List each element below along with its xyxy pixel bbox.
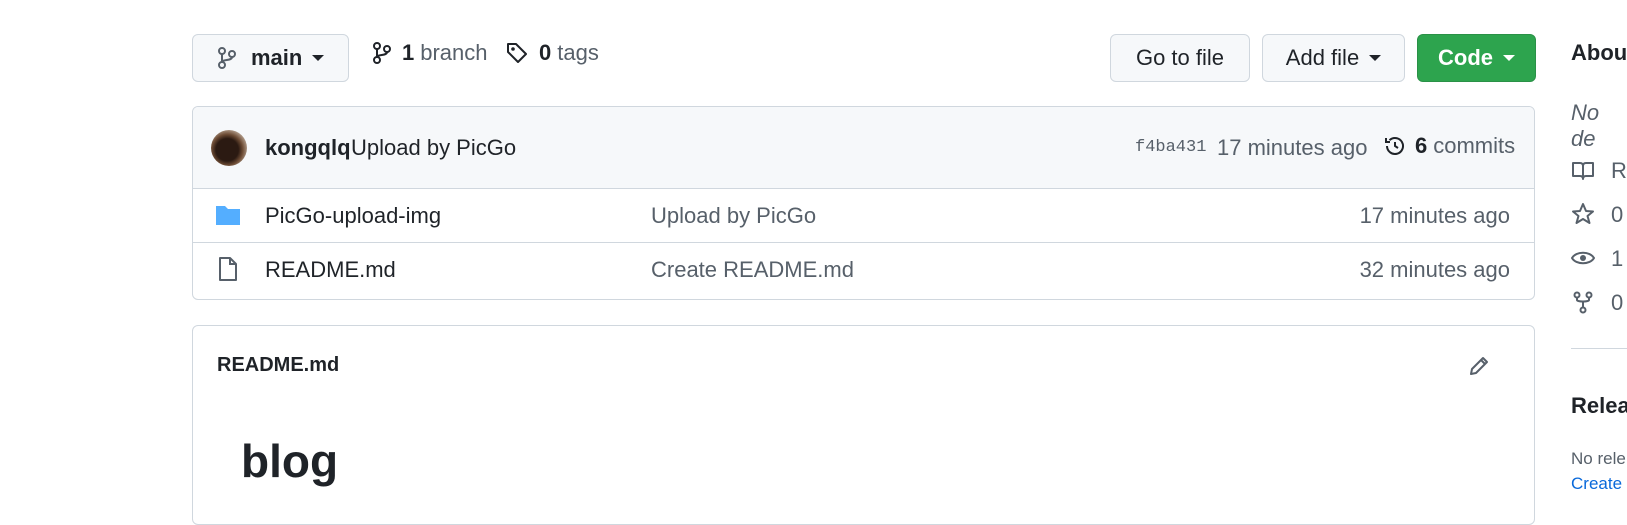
tags-count: 0 (539, 40, 552, 65)
file-commit-message[interactable]: Upload by PicGo (651, 203, 816, 229)
chevron-down-icon (1369, 55, 1382, 61)
go-to-file-label: Go to file (1135, 45, 1225, 70)
readme-heading: blog (241, 435, 339, 487)
readme-link[interactable]: R (1611, 158, 1627, 184)
commits-count: 6 (1415, 133, 1428, 158)
commit-message[interactable]: Upload by PicGo (351, 135, 516, 161)
latest-commit-row: kongqlq Upload by PicGo f4ba431 17 minut… (193, 107, 1534, 189)
repo-description: No de (1571, 100, 1600, 151)
code-label: Code (1438, 45, 1493, 70)
history-icon (1383, 134, 1407, 158)
star-icon (1571, 202, 1595, 226)
readme-filename: README.md (217, 354, 340, 376)
file-row[interactable]: PicGo-upload-img Upload by PicGo 17 minu… (193, 189, 1534, 243)
file-commit-message[interactable]: Create README.md (651, 257, 854, 283)
avatar[interactable] (211, 130, 247, 166)
no-releases-text: No rele (1571, 449, 1626, 468)
releases-title[interactable]: Relea (1571, 393, 1627, 419)
about-title: Abou (1571, 40, 1627, 65)
branches-link[interactable]: 1 branch (372, 40, 488, 66)
commits-text: commits (1433, 133, 1516, 158)
chevron-down-icon (1503, 55, 1515, 61)
git-branch-icon (372, 41, 392, 65)
file-row[interactable]: README.md Create README.md 32 minutes ag… (193, 243, 1534, 297)
file-list: kongqlq Upload by PicGo f4ba431 17 minut… (192, 106, 1535, 300)
file-icon (215, 256, 241, 282)
git-branch-icon (217, 46, 237, 70)
tags-link[interactable]: 0 tags (505, 40, 599, 66)
edit-pencil-icon[interactable] (1467, 354, 1491, 378)
branches-text: branch (420, 40, 488, 65)
watchers-count[interactable]: 1 (1611, 246, 1623, 272)
branch-name: main (251, 45, 303, 70)
commits-link[interactable]: 6 commits (1383, 133, 1515, 159)
folder-icon (215, 202, 241, 228)
fork-icon (1571, 290, 1595, 314)
commit-sha[interactable]: f4ba431 (1135, 138, 1206, 157)
add-file-label: Add file (1285, 45, 1360, 70)
eye-icon (1571, 246, 1595, 270)
commit-time: 17 minutes ago (1217, 135, 1368, 160)
forks-count[interactable]: 0 (1611, 290, 1623, 316)
chevron-down-icon (312, 55, 325, 61)
create-release-link[interactable]: Create (1571, 474, 1622, 494)
file-name[interactable]: README.md (265, 257, 396, 283)
code-button[interactable]: Code (1417, 34, 1536, 82)
book-icon (1571, 158, 1595, 182)
file-name[interactable]: PicGo-upload-img (265, 203, 441, 229)
go-to-file-button[interactable]: Go to file (1110, 34, 1250, 82)
sidebar-divider (1571, 348, 1627, 349)
branch-selector-button[interactable]: main (192, 34, 349, 82)
branches-count: 1 (402, 40, 415, 65)
readme-panel: README.md blog (192, 325, 1535, 525)
commit-author[interactable]: kongqlq (265, 135, 351, 161)
stars-count[interactable]: 0 (1611, 202, 1623, 228)
file-age: 32 minutes ago (1359, 257, 1510, 282)
tags-text: tags (557, 40, 599, 65)
add-file-button[interactable]: Add file (1262, 34, 1405, 82)
file-age: 17 minutes ago (1359, 203, 1510, 228)
tag-icon (505, 41, 529, 65)
